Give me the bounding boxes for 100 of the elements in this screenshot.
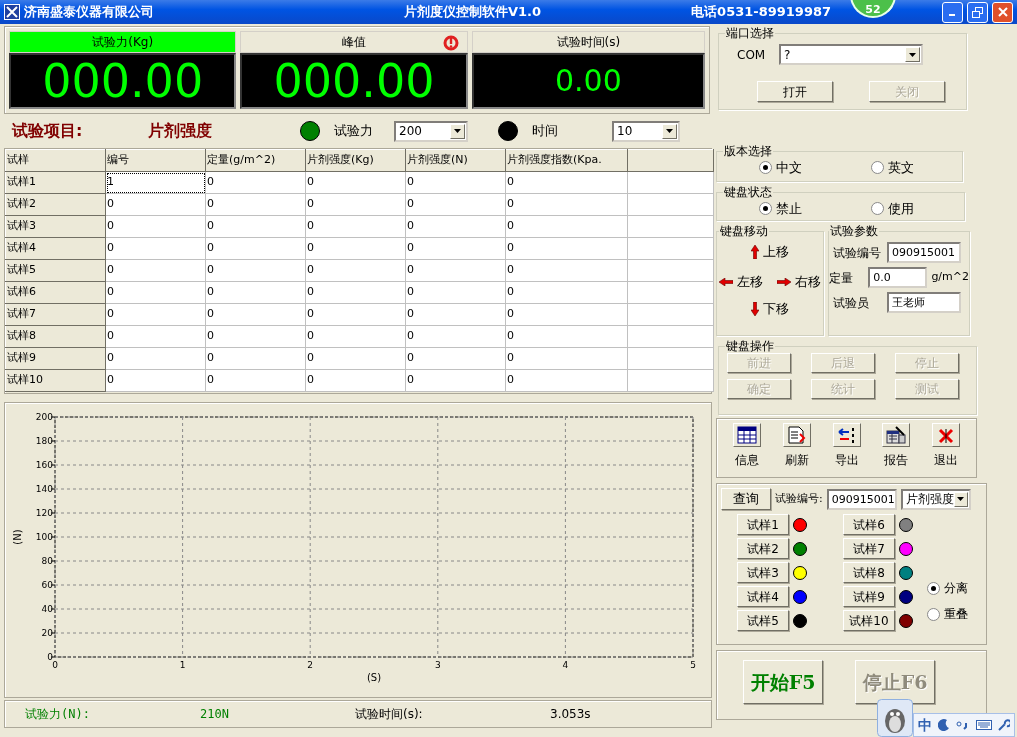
table-cell[interactable]: 0 [405, 215, 506, 238]
dropdown-arrow-icon[interactable] [957, 497, 965, 501]
report-icon[interactable] [886, 426, 907, 444]
close-button[interactable] [992, 1, 1013, 23]
table-cell[interactable]: 0 [405, 237, 506, 260]
table-cell[interactable]: 0 [105, 325, 206, 348]
table-cell[interactable]: 0 [105, 193, 206, 216]
table-cell[interactable]: 0 [105, 259, 206, 282]
sample-button[interactable]: 试样1 [737, 514, 789, 535]
table-cell[interactable]: 0 [405, 369, 506, 392]
query-button[interactable]: 查询 [721, 488, 771, 510]
port-button[interactable]: 打开 [757, 81, 833, 102]
keyboard-icon[interactable] [976, 720, 992, 730]
toolbar-button[interactable]: 退出 [924, 423, 968, 477]
table-cell[interactable]: 0 [305, 171, 406, 194]
table-cell[interactable]: 0 [405, 193, 506, 216]
radio-button[interactable] [927, 581, 940, 595]
table-cell[interactable]: 0 [405, 259, 506, 282]
table-cell[interactable]: 0 [105, 303, 206, 326]
dropdown-arrow-icon[interactable] [909, 52, 916, 57]
table-cell[interactable]: 0 [105, 347, 206, 370]
table-cell[interactable]: 0 [505, 303, 628, 326]
start-button[interactable]: 开始F5 [743, 660, 823, 704]
document-icon[interactable] [786, 426, 807, 444]
toolbar-button[interactable]: 刷新 [774, 423, 819, 477]
export-icon[interactable] [836, 426, 857, 444]
table-cell[interactable]: 0 [305, 325, 406, 348]
table-cell[interactable]: 0 [205, 281, 306, 304]
value-dropdown[interactable]: 200 [394, 120, 468, 142]
dropdown-arrow-icon[interactable] [454, 129, 461, 133]
sample-button[interactable]: 试样8 [843, 562, 895, 583]
cross-icon[interactable] [936, 426, 956, 444]
table-cell[interactable]: 0 [105, 369, 206, 392]
table-cell[interactable]: 0 [105, 237, 206, 260]
sample-button[interactable]: 试样6 [843, 514, 895, 535]
table-cell[interactable]: 0 [505, 193, 628, 216]
table-cell[interactable]: 0 [205, 171, 306, 194]
radio-button[interactable] [871, 202, 884, 216]
toolbar-button[interactable]: 导出 [824, 423, 869, 477]
com-dropdown[interactable]: ? [779, 44, 923, 65]
input-field[interactable]: 090915001 [826, 488, 897, 510]
table-cell[interactable]: 0 [105, 215, 206, 238]
table-cell[interactable]: 0 [205, 193, 306, 216]
table-cell[interactable]: 0 [105, 281, 206, 304]
table-cell[interactable]: 0 [205, 369, 306, 392]
table-cell[interactable]: 0 [405, 281, 506, 304]
input-field[interactable]: 090915001 [887, 242, 961, 263]
radio-button[interactable] [759, 202, 772, 216]
sample-button[interactable]: 试样3 [737, 562, 789, 583]
radio-button[interactable] [759, 161, 772, 175]
table-cell[interactable]: 1 [105, 171, 206, 194]
value-dropdown[interactable]: 10 [612, 120, 680, 142]
table-cell[interactable]: 0 [305, 215, 406, 238]
table-cell[interactable]: 0 [405, 325, 506, 348]
table-cell[interactable]: 0 [305, 303, 406, 326]
input-field[interactable]: 王老师 [887, 292, 961, 313]
radio-button[interactable] [927, 607, 940, 621]
table-cell[interactable]: 0 [205, 347, 306, 370]
punctuation-icon[interactable] [956, 720, 970, 730]
type-dropdown[interactable]: 片剂强度 [900, 488, 971, 510]
wrench-icon[interactable] [998, 719, 1010, 731]
minimize-button[interactable] [942, 1, 963, 23]
table-cell[interactable]: 0 [305, 347, 406, 370]
table-cell[interactable]: 0 [305, 281, 406, 304]
table-cell[interactable]: 0 [305, 237, 406, 260]
table-cell[interactable]: 0 [505, 215, 628, 238]
input-field[interactable]: 0.0 [868, 267, 928, 288]
toolbar-button[interactable]: 报告 [874, 423, 919, 477]
radio-button[interactable] [871, 161, 884, 175]
table-cell[interactable]: 0 [505, 237, 628, 260]
grid-icon[interactable] [737, 426, 757, 444]
table-cell[interactable]: 0 [505, 347, 628, 370]
reset-icon[interactable] [442, 35, 459, 51]
table-cell[interactable]: 0 [505, 325, 628, 348]
sample-button[interactable]: 试样5 [737, 610, 789, 631]
table-cell[interactable]: 0 [205, 325, 306, 348]
ime-mode-label[interactable]: 中 [918, 714, 932, 736]
table-cell[interactable]: 0 [305, 369, 406, 392]
sample-button[interactable]: 试样7 [843, 538, 895, 559]
table-cell[interactable]: 0 [205, 259, 306, 282]
table-cell[interactable]: 0 [305, 193, 406, 216]
table-cell[interactable]: 0 [205, 303, 306, 326]
maximize-button[interactable] [967, 1, 988, 23]
close-icon[interactable] [997, 7, 1008, 17]
sample-button[interactable]: 试样4 [737, 586, 789, 607]
sample-button[interactable]: 试样2 [737, 538, 789, 559]
table-cell[interactable]: 0 [205, 237, 306, 260]
sample-button[interactable]: 试样9 [843, 586, 895, 607]
table-cell[interactable]: 0 [405, 347, 506, 370]
table-cell[interactable]: 0 [205, 215, 306, 238]
table-cell[interactable]: 0 [505, 369, 628, 392]
table-cell[interactable]: 0 [405, 171, 506, 194]
table-cell[interactable]: 0 [305, 259, 406, 282]
table-cell[interactable]: 0 [505, 259, 628, 282]
table-cell[interactable]: 0 [405, 303, 506, 326]
restore-icon[interactable] [972, 6, 983, 18]
table-cell[interactable]: 0 [505, 171, 628, 194]
toolbar-button[interactable]: 信息 [725, 423, 769, 477]
sample-button[interactable]: 试样10 [843, 610, 895, 631]
moon-icon[interactable] [938, 719, 950, 731]
